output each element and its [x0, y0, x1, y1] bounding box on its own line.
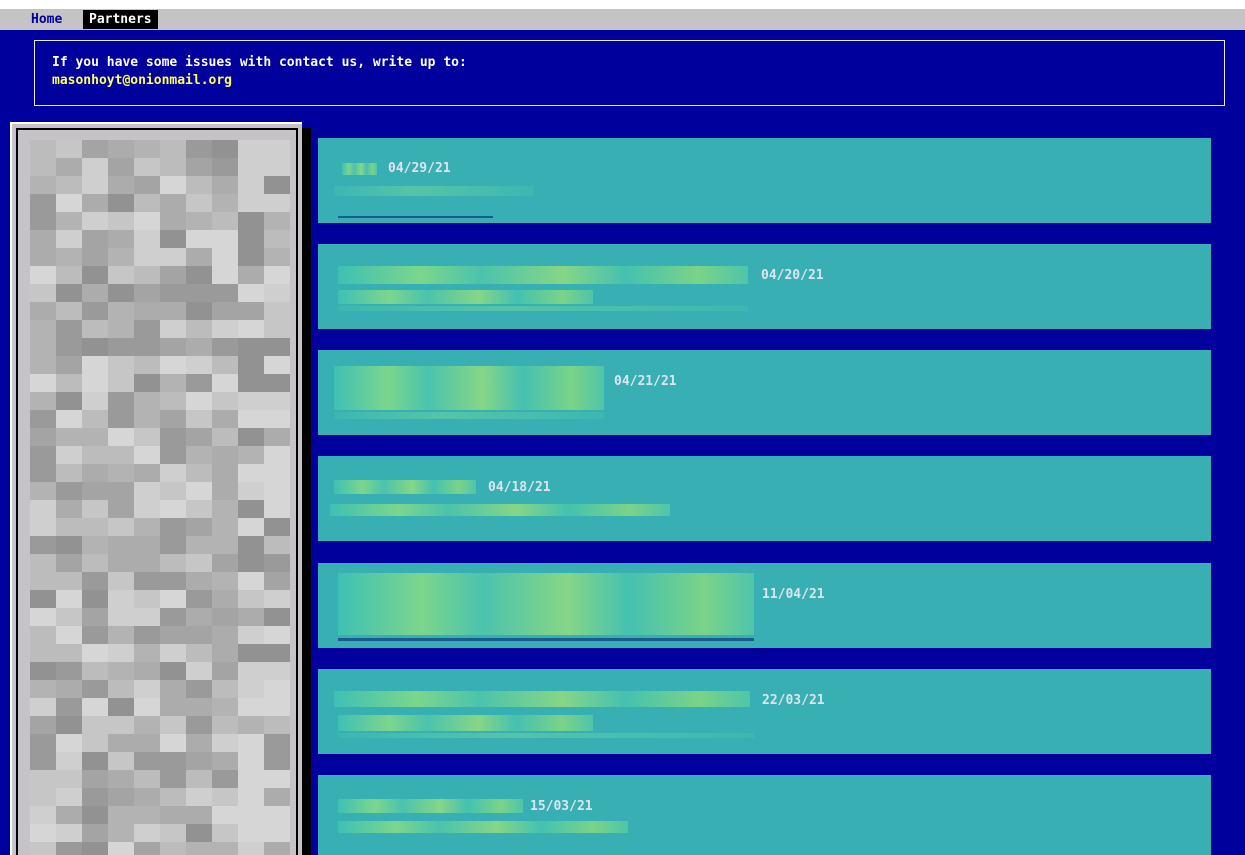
blurred-title — [338, 266, 748, 284]
news-card[interactable]: 04/20/21 — [318, 244, 1211, 329]
blurred-text — [338, 715, 593, 731]
news-date: 15/03/21 — [530, 799, 593, 814]
blurred-title — [338, 573, 754, 635]
news-date: 11/04/21 — [762, 587, 825, 602]
news-card[interactable]: 15/03/21 — [318, 775, 1211, 855]
news-card[interactable]: 22/03/21 — [318, 669, 1211, 754]
contact-notice-text: If you have some issues with contact us,… — [52, 55, 467, 70]
blurred-text — [338, 306, 748, 311]
page-root: Home Partners If you have some issues wi… — [0, 0, 1245, 855]
menu-home-link[interactable]: Home — [28, 10, 65, 29]
blurred-text — [334, 186, 534, 196]
sidebar-panel — [10, 122, 302, 855]
blurred-title — [334, 691, 750, 707]
news-card[interactable]: 04/21/21 — [318, 350, 1211, 435]
link-underline — [338, 638, 754, 641]
menu-bar: Home Partners — [0, 9, 1245, 30]
link-underline — [338, 216, 493, 218]
contact-email-link[interactable]: masonhoyt@onionmail.org — [52, 72, 1224, 90]
blurred-text — [338, 290, 593, 304]
blurred-text — [334, 412, 604, 419]
top-strip — [0, 0, 1245, 9]
blurred-text — [338, 733, 754, 738]
sidebar-shadow — [302, 128, 311, 855]
blurred-text — [338, 821, 628, 833]
news-date: 04/29/21 — [388, 161, 451, 176]
blurred-text — [330, 504, 670, 516]
news-card[interactable]: 04/29/21 — [318, 138, 1211, 223]
blurred-title — [338, 799, 523, 813]
news-card[interactable]: 11/04/21 — [318, 563, 1211, 648]
blurred-title — [334, 366, 604, 410]
news-card[interactable]: 04/18/21 — [318, 456, 1211, 541]
news-date: 04/20/21 — [761, 268, 824, 283]
news-date: 04/21/21 — [614, 374, 677, 389]
pixelated-image — [30, 140, 290, 855]
blurred-title — [334, 480, 476, 494]
sidebar-inner-frame — [16, 128, 298, 855]
news-date: 04/18/21 — [488, 480, 551, 495]
menu-partners-link[interactable]: Partners — [83, 10, 158, 29]
news-date: 22/03/21 — [762, 693, 825, 708]
contact-notice: If you have some issues with contact us,… — [34, 40, 1225, 106]
blurred-title — [342, 163, 377, 175]
